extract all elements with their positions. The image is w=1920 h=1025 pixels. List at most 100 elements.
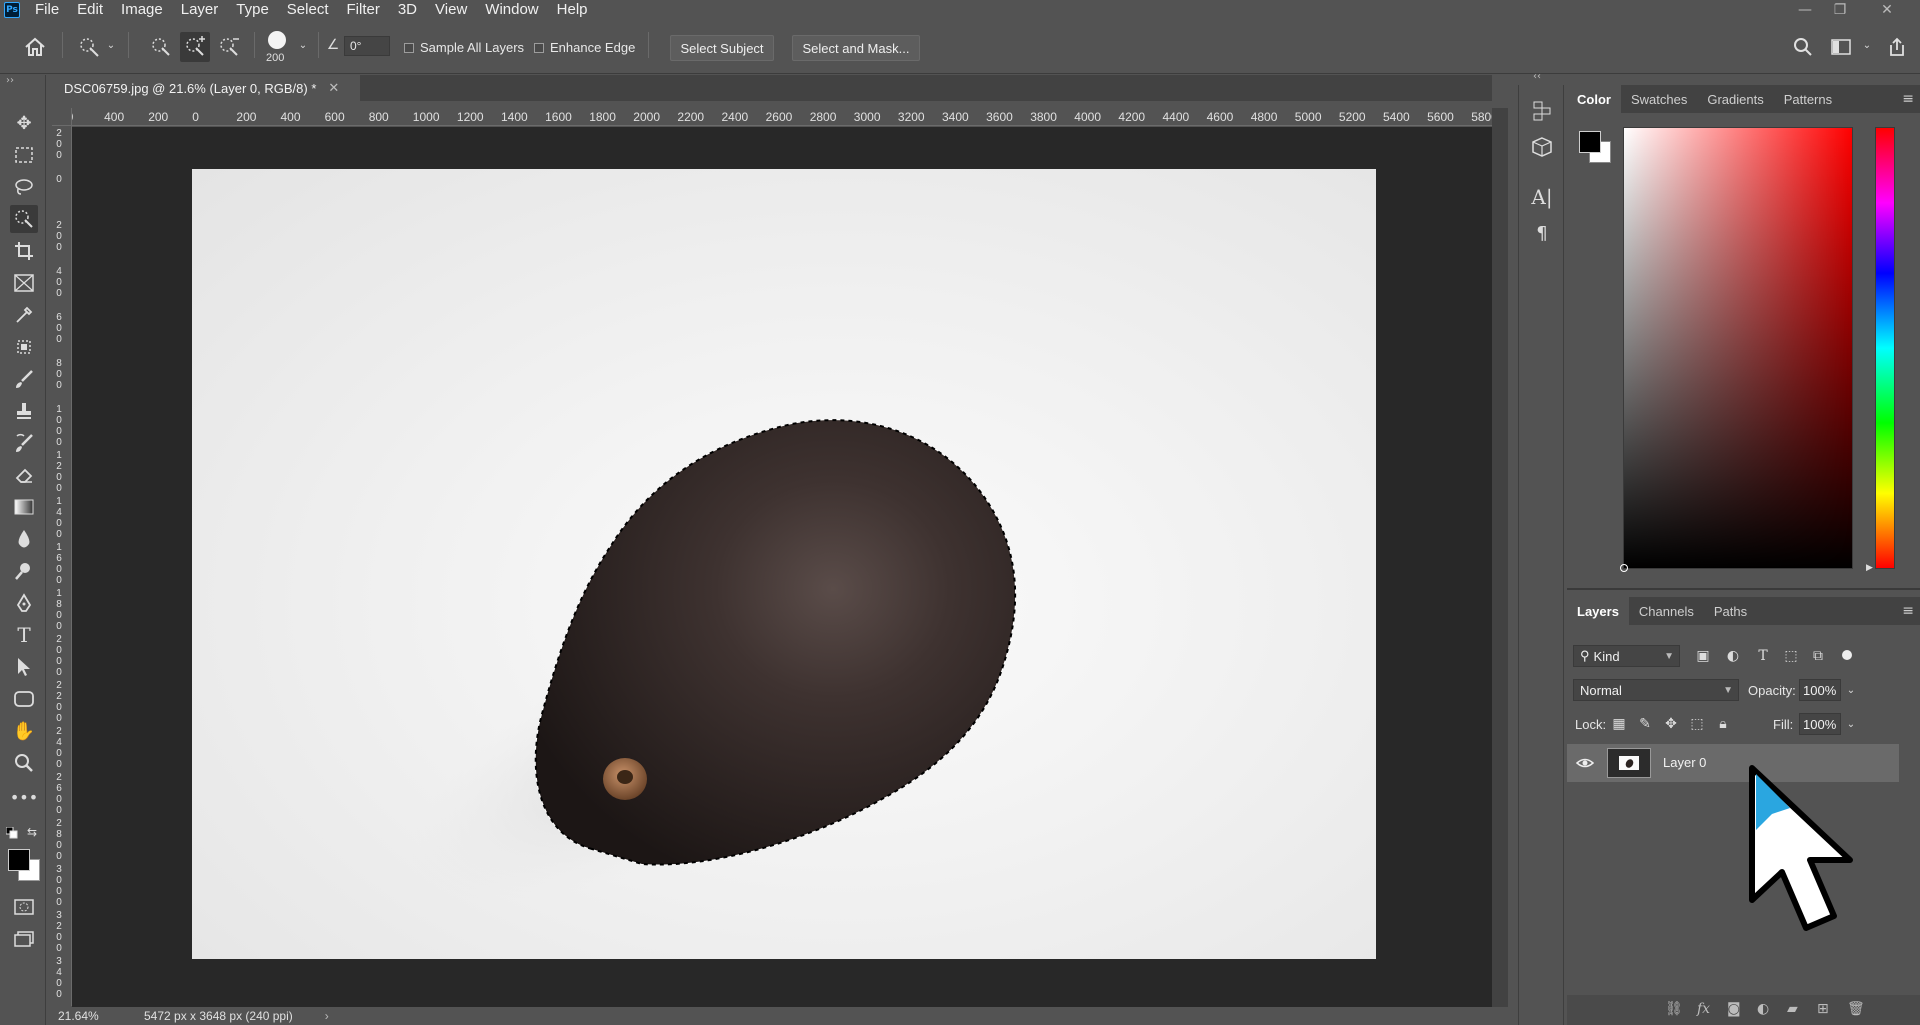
menu-select[interactable]: Select [278,0,338,20]
tab-gradients[interactable]: Gradients [1697,85,1773,113]
path-selection-tool-icon[interactable] [10,653,38,681]
tab-channels[interactable]: Channels [1629,597,1704,625]
eye-visibility-icon[interactable] [1575,754,1595,772]
new-group-icon[interactable]: ▰ [1787,1001,1798,1017]
vertical-scrollbar[interactable] [1492,108,1508,1007]
ruler-origin[interactable] [52,108,72,126]
collapse-strip-icon[interactable]: ‹‹ [1533,71,1541,82]
filter-type-icon[interactable]: T [1753,646,1773,666]
subtract-from-selection-icon[interactable] [214,32,244,62]
new-layer-icon[interactable]: ⊞ [1817,1001,1829,1017]
layers-panel-menu-icon[interactable]: ≡ [1902,603,1914,619]
marquee-tool-icon[interactable] [10,141,38,169]
document-tab[interactable]: DSC06759.jpg @ 21.6% (Layer 0, RGB/8) * … [52,75,360,101]
hue-slider-handle[interactable]: ▶ [1866,563,1873,573]
hue-slider[interactable]: ▶ [1866,127,1895,573]
enhance-edge-checkbox[interactable]: Enhance Edge [534,40,635,55]
foreground-color-swatch[interactable] [8,849,30,871]
layer-name[interactable]: Layer 0 [1663,755,1706,770]
pen-tool-icon[interactable] [10,589,38,617]
blend-mode-select[interactable]: Normal ▼ [1573,679,1739,701]
color-picker-handle[interactable] [1620,564,1628,572]
new-selection-icon[interactable] [146,32,176,62]
filter-kind-select[interactable]: ⚲ Kind ▼ [1573,645,1680,667]
menu-edit[interactable]: Edit [68,0,112,20]
opacity-input[interactable]: 100% [1799,679,1841,701]
character-panel-icon[interactable]: A| [1527,183,1557,211]
clone-stamp-tool-icon[interactable] [10,397,38,425]
vertical-ruler[interactable]: 2 0 0 0 2 0 0 4 0 0 6 0 0 8 0 0 1 0 0 0 1 2 0 0… [52,126,72,1006]
opacity-chevron-icon[interactable]: ⌄ [1841,680,1861,700]
gradient-tool-icon[interactable] [10,493,38,521]
restore-button[interactable]: ❐ [1823,0,1857,20]
checkbox-box[interactable] [404,42,414,53]
filter-toggle-icon[interactable] [1842,650,1852,660]
home-icon[interactable] [20,32,50,62]
lock-artboard-icon[interactable]: ⬚ [1687,714,1707,734]
type-tool-icon[interactable]: T [10,621,38,649]
tab-color[interactable]: Color [1567,85,1621,113]
tab-layers[interactable]: Layers [1567,597,1629,625]
quick-selection-tool-icon[interactable] [10,205,38,233]
fill-chevron-icon[interactable]: ⌄ [1841,714,1861,734]
filter-shape-icon[interactable]: ⬚ [1781,646,1801,666]
new-adjustment-layer-icon[interactable]: ◐ [1757,1001,1769,1017]
link-layers-icon[interactable]: ⛓ [1665,1001,1683,1017]
canvas-area[interactable] [72,127,1492,1007]
crop-tool-icon[interactable] [10,237,38,265]
3d-panel-icon[interactable] [1527,133,1557,161]
fill-input[interactable]: 100% [1799,713,1841,735]
minimize-button[interactable]: — [1788,0,1822,20]
add-mask-icon[interactable]: ◙ [1727,1001,1741,1017]
history-brush-tool-icon[interactable] [10,429,38,457]
select-and-mask-button[interactable]: Select and Mask... [792,35,920,61]
blur-tool-icon[interactable] [10,525,38,553]
rectangle-tool-icon[interactable] [10,685,38,713]
default-colors-icon[interactable] [5,826,18,839]
move-tool-icon[interactable]: ✥ [10,109,38,137]
horizontal-ruler[interactable]: 0040020002004006008001000120014001600180… [72,108,1492,126]
menu-image[interactable]: Image [112,0,172,20]
delete-layer-icon[interactable]: 🗑︎ [1847,1001,1865,1017]
eraser-tool-icon[interactable] [10,461,38,489]
menu-type[interactable]: Type [227,0,278,20]
search-icon[interactable] [1790,34,1816,60]
menu-layer[interactable]: Layer [172,0,228,20]
lock-all-icon[interactable]: 🔒︎ [1713,714,1733,734]
brush-tool-icon[interactable] [10,365,38,393]
add-to-selection-icon[interactable] [180,32,210,62]
lock-transparent-icon[interactable]: ▦ [1609,714,1629,734]
filter-smart-object-icon[interactable]: ⧉ [1808,646,1828,666]
brush-preview-icon[interactable] [268,31,286,49]
expand-toolbar-icon[interactable]: ›› [6,75,14,86]
healing-brush-tool-icon[interactable] [10,333,38,361]
menu-help[interactable]: Help [548,0,597,20]
quick-selection-preset-icon[interactable] [74,32,104,62]
tab-patterns[interactable]: Patterns [1774,85,1842,113]
panel-menu-icon[interactable]: ≡ [1902,91,1914,107]
close-window-button[interactable]: ✕ [1870,0,1904,20]
menu-filter[interactable]: Filter [338,0,389,20]
tab-paths[interactable]: Paths [1704,597,1757,625]
select-subject-button[interactable]: Select Subject [670,35,774,61]
document-image[interactable] [192,169,1376,959]
filter-pixel-icon[interactable]: ▣ [1693,646,1713,666]
lock-position-icon[interactable]: ✥ [1661,714,1681,734]
workspace-chevron-icon[interactable]: ⌄ [1860,38,1874,52]
saturation-brightness-field[interactable] [1620,127,1853,572]
close-tab-icon[interactable]: ✕ [328,80,339,96]
layer-style-fx-icon[interactable]: fx [1697,1001,1710,1017]
menu-window[interactable]: Window [476,0,547,20]
tab-swatches[interactable]: Swatches [1621,85,1697,113]
angle-input[interactable]: 0° [344,36,390,56]
color-panel-foreground-swatch[interactable] [1579,131,1601,153]
layer-thumbnail[interactable] [1607,748,1651,778]
hand-tool-icon[interactable]: ✋ [10,717,38,745]
swap-colors-icon[interactable]: ⇆ [27,825,37,839]
screen-mode-icon[interactable] [10,925,38,953]
checkbox-box[interactable] [534,42,544,53]
brush-picker-chevron-icon[interactable]: ⌄ [296,38,310,52]
paragraph-panel-icon[interactable]: ¶ [1527,219,1557,247]
history-panel-icon[interactable] [1527,97,1557,125]
frame-tool-icon[interactable] [10,269,38,297]
